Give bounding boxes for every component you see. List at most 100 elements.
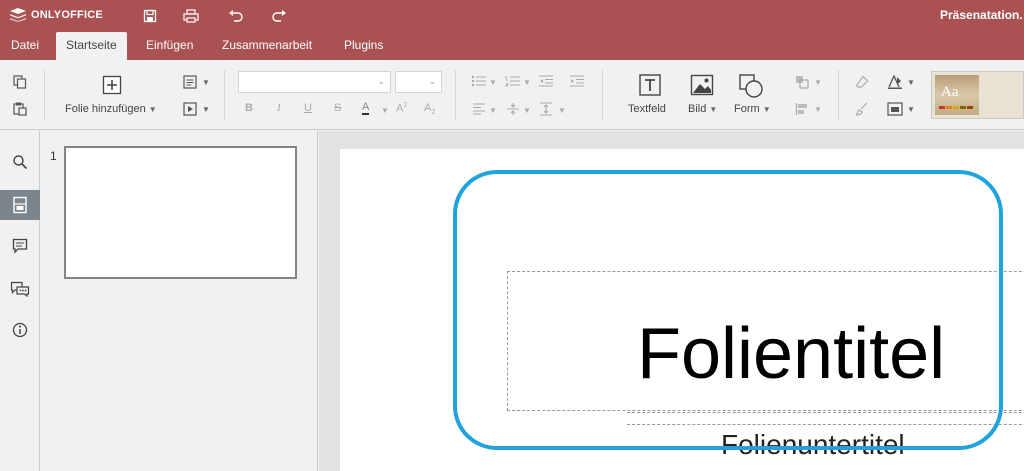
indent-icon [570, 75, 584, 87]
onlyoffice-logo-icon [10, 8, 26, 22]
about-button[interactable] [0, 315, 40, 345]
bullets-button[interactable] [471, 74, 487, 88]
subscript-button[interactable]: A2 [424, 102, 435, 116]
vertical-align-icon [507, 103, 519, 115]
subtitle-placeholder-border [627, 424, 1024, 425]
slides-icon [13, 196, 27, 214]
toolbar-separator [44, 70, 45, 120]
chat-button[interactable] [0, 274, 40, 304]
logo-text: ONLYOFFICE [31, 9, 103, 21]
slideshow-button[interactable] [181, 100, 199, 118]
theme-gallery[interactable]: Aa [931, 71, 1024, 119]
tab-home[interactable]: Startseite [56, 32, 127, 60]
shape-button[interactable] [737, 72, 765, 100]
font-color-button[interactable]: A [362, 102, 370, 115]
toolbar-separator [838, 70, 839, 120]
increase-indent-button[interactable] [569, 74, 585, 88]
shape-icon [739, 74, 763, 98]
align-left-button[interactable] [471, 102, 487, 116]
chevron-down-icon[interactable]: ▼ [381, 106, 389, 115]
redo-button[interactable] [269, 6, 289, 26]
paste-icon [13, 102, 27, 116]
arrange-icon [796, 76, 809, 89]
chevron-down-icon[interactable]: ▼ [523, 78, 531, 87]
plus-box-icon [102, 75, 122, 95]
chevron-down-icon: ⌄ [428, 76, 436, 86]
tab-file[interactable]: Datei [1, 32, 49, 60]
chevron-down-icon[interactable]: ▼ [489, 106, 497, 115]
slide-page[interactable]: Folientitel Folienuntertitel [340, 149, 1024, 471]
redo-icon [272, 10, 286, 22]
chevron-down-icon: ⌄ [377, 76, 385, 86]
line-spacing-button[interactable] [538, 102, 554, 116]
tab-insert[interactable]: Einfügen [136, 32, 203, 60]
chevron-down-icon[interactable]: ▼ [907, 78, 915, 87]
chevron-down-icon[interactable]: ▼ [202, 78, 210, 87]
textbox-icon [639, 74, 661, 96]
bullet-list-icon [471, 75, 486, 87]
slide-thumbnail[interactable] [64, 146, 297, 279]
italic-button[interactable]: I [277, 102, 281, 114]
slide-size-icon [887, 102, 903, 116]
ribbon-toolbar: Folie hinzufügen ▼ ▼ ▼ ⌄ ⌄ B I U S A ▼ A… [0, 60, 1024, 130]
shape-label[interactable]: Form ▼ [734, 103, 771, 115]
document-title: Präsenatation. [940, 8, 1023, 22]
chevron-down-icon[interactable]: ▼ [489, 78, 497, 87]
color-scheme-button[interactable] [886, 73, 904, 91]
chevron-down-icon[interactable]: ▼ [907, 105, 915, 114]
add-slide-button[interactable] [100, 74, 124, 96]
eraser-icon [855, 75, 869, 88]
tab-collaboration[interactable]: Zusammenarbeit [212, 32, 322, 60]
theme-color-swatch [967, 106, 973, 109]
chevron-down-icon[interactable]: ▼ [814, 105, 822, 114]
save-button[interactable] [140, 6, 160, 26]
image-label[interactable]: Bild ▼ [688, 103, 717, 115]
copy-icon [13, 75, 27, 89]
layout-icon [183, 75, 197, 89]
chevron-down-icon[interactable]: ▼ [814, 78, 822, 87]
font-size-select[interactable]: ⌄ [395, 71, 442, 93]
theme-color-swatch [939, 106, 945, 109]
theme-color-swatch [960, 106, 966, 109]
brush-icon [855, 102, 868, 116]
app-logo: ONLYOFFICE [10, 8, 103, 22]
paste-button[interactable] [11, 100, 29, 118]
vertical-align-button[interactable] [505, 102, 521, 116]
slide-subtitle[interactable]: Folienuntertitel [721, 429, 905, 461]
numbering-button[interactable] [505, 74, 521, 88]
print-icon [183, 9, 199, 23]
slides-panel-button[interactable] [0, 190, 40, 220]
undo-icon [229, 10, 243, 22]
textbox-label[interactable]: Textfeld [628, 103, 666, 115]
align-left-icon [473, 103, 485, 115]
decrease-indent-button[interactable] [538, 74, 554, 88]
strikethrough-button[interactable]: S [334, 102, 341, 114]
underline-button[interactable]: U [304, 102, 312, 114]
chevron-down-icon[interactable]: ▼ [558, 106, 566, 115]
search-button[interactable] [0, 147, 40, 177]
superscript-button[interactable]: A2 [396, 102, 407, 115]
comments-button[interactable] [0, 231, 40, 261]
tab-plugins[interactable]: Plugins [334, 32, 393, 60]
slide-size-button[interactable] [886, 100, 904, 118]
chat-icon [10, 281, 30, 297]
copy-style-button[interactable] [853, 100, 871, 118]
bold-button[interactable]: B [245, 102, 253, 114]
font-name-select[interactable]: ⌄ [238, 71, 391, 93]
clear-style-button[interactable] [853, 73, 871, 91]
chevron-down-icon[interactable]: ▼ [523, 106, 531, 115]
numbered-list-icon [505, 76, 520, 87]
image-button[interactable] [689, 72, 715, 98]
undo-button[interactable] [226, 6, 246, 26]
layout-button[interactable] [181, 73, 199, 91]
arrange-button[interactable] [793, 73, 811, 91]
align-shape-icon [795, 103, 807, 115]
copy-button[interactable] [11, 73, 29, 91]
add-slide-label[interactable]: Folie hinzufügen ▼ [65, 103, 157, 115]
chevron-down-icon[interactable]: ▼ [202, 105, 210, 114]
slide-canvas: Folientitel Folienuntertitel [319, 131, 1024, 471]
textbox-button[interactable] [636, 72, 664, 98]
slide-title[interactable]: Folientitel [637, 313, 945, 395]
align-shape-button[interactable] [793, 100, 811, 118]
print-button[interactable] [181, 6, 201, 26]
